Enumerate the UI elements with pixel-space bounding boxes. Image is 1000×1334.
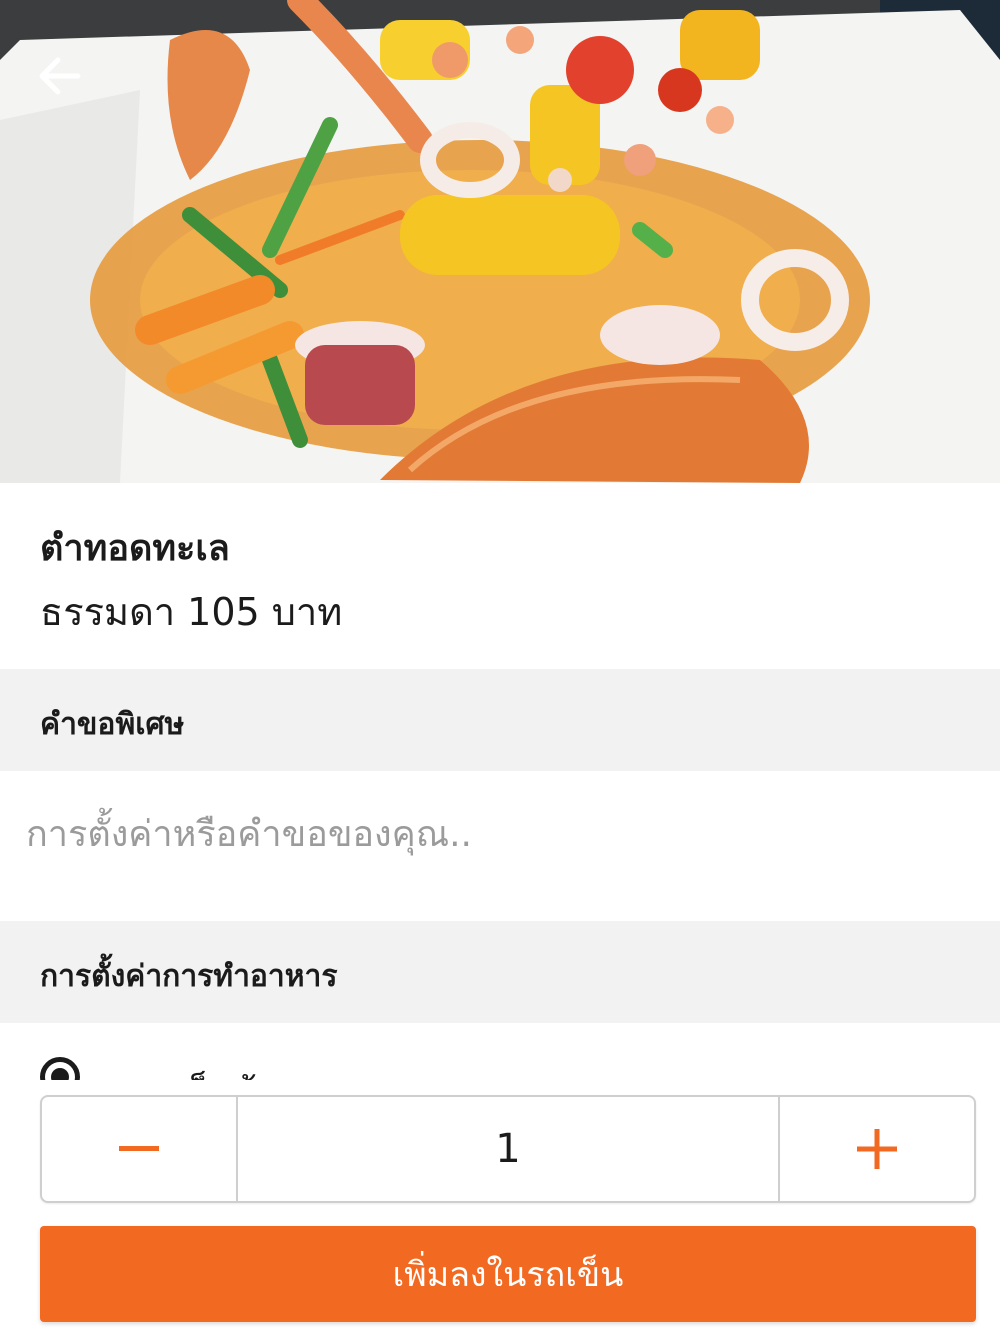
- dish-name: ตำทอดทะเล: [40, 528, 230, 569]
- dish-price: ธรรมดา 105 บาท: [40, 590, 343, 634]
- quantity-value: 1: [495, 1126, 521, 1172]
- dish-photo: [0, 0, 1000, 483]
- minus-icon: [119, 1146, 159, 1151]
- increase-quantity-button[interactable]: [778, 1097, 974, 1201]
- special-request-header: คำขอพิเศษ: [0, 669, 1000, 771]
- cooking-settings-title: การตั้งค่าการทำอาหาร: [40, 959, 338, 994]
- add-to-cart-button[interactable]: เพิ่มลงในรถเข็น: [40, 1226, 976, 1322]
- arrow-left-icon: [39, 57, 81, 95]
- dish-photo-illustration: [0, 0, 1000, 483]
- dish-info: ตำทอดทะเล ธรรมดา 105 บาท: [0, 483, 1000, 669]
- quantity-stepper: 1: [40, 1095, 976, 1203]
- special-request-area: [0, 771, 1000, 921]
- special-request-title: คำขอพิเศษ: [40, 707, 185, 742]
- decrease-quantity-button[interactable]: [42, 1097, 238, 1201]
- bottom-action-panel: 1 เพิ่มลงในรถเข็น: [0, 1080, 1000, 1334]
- special-request-input[interactable]: [24, 805, 968, 863]
- cooking-settings-header: การตั้งค่าการทำอาหาร: [0, 921, 1000, 1023]
- back-button[interactable]: [28, 44, 92, 108]
- plus-icon: [857, 1129, 897, 1169]
